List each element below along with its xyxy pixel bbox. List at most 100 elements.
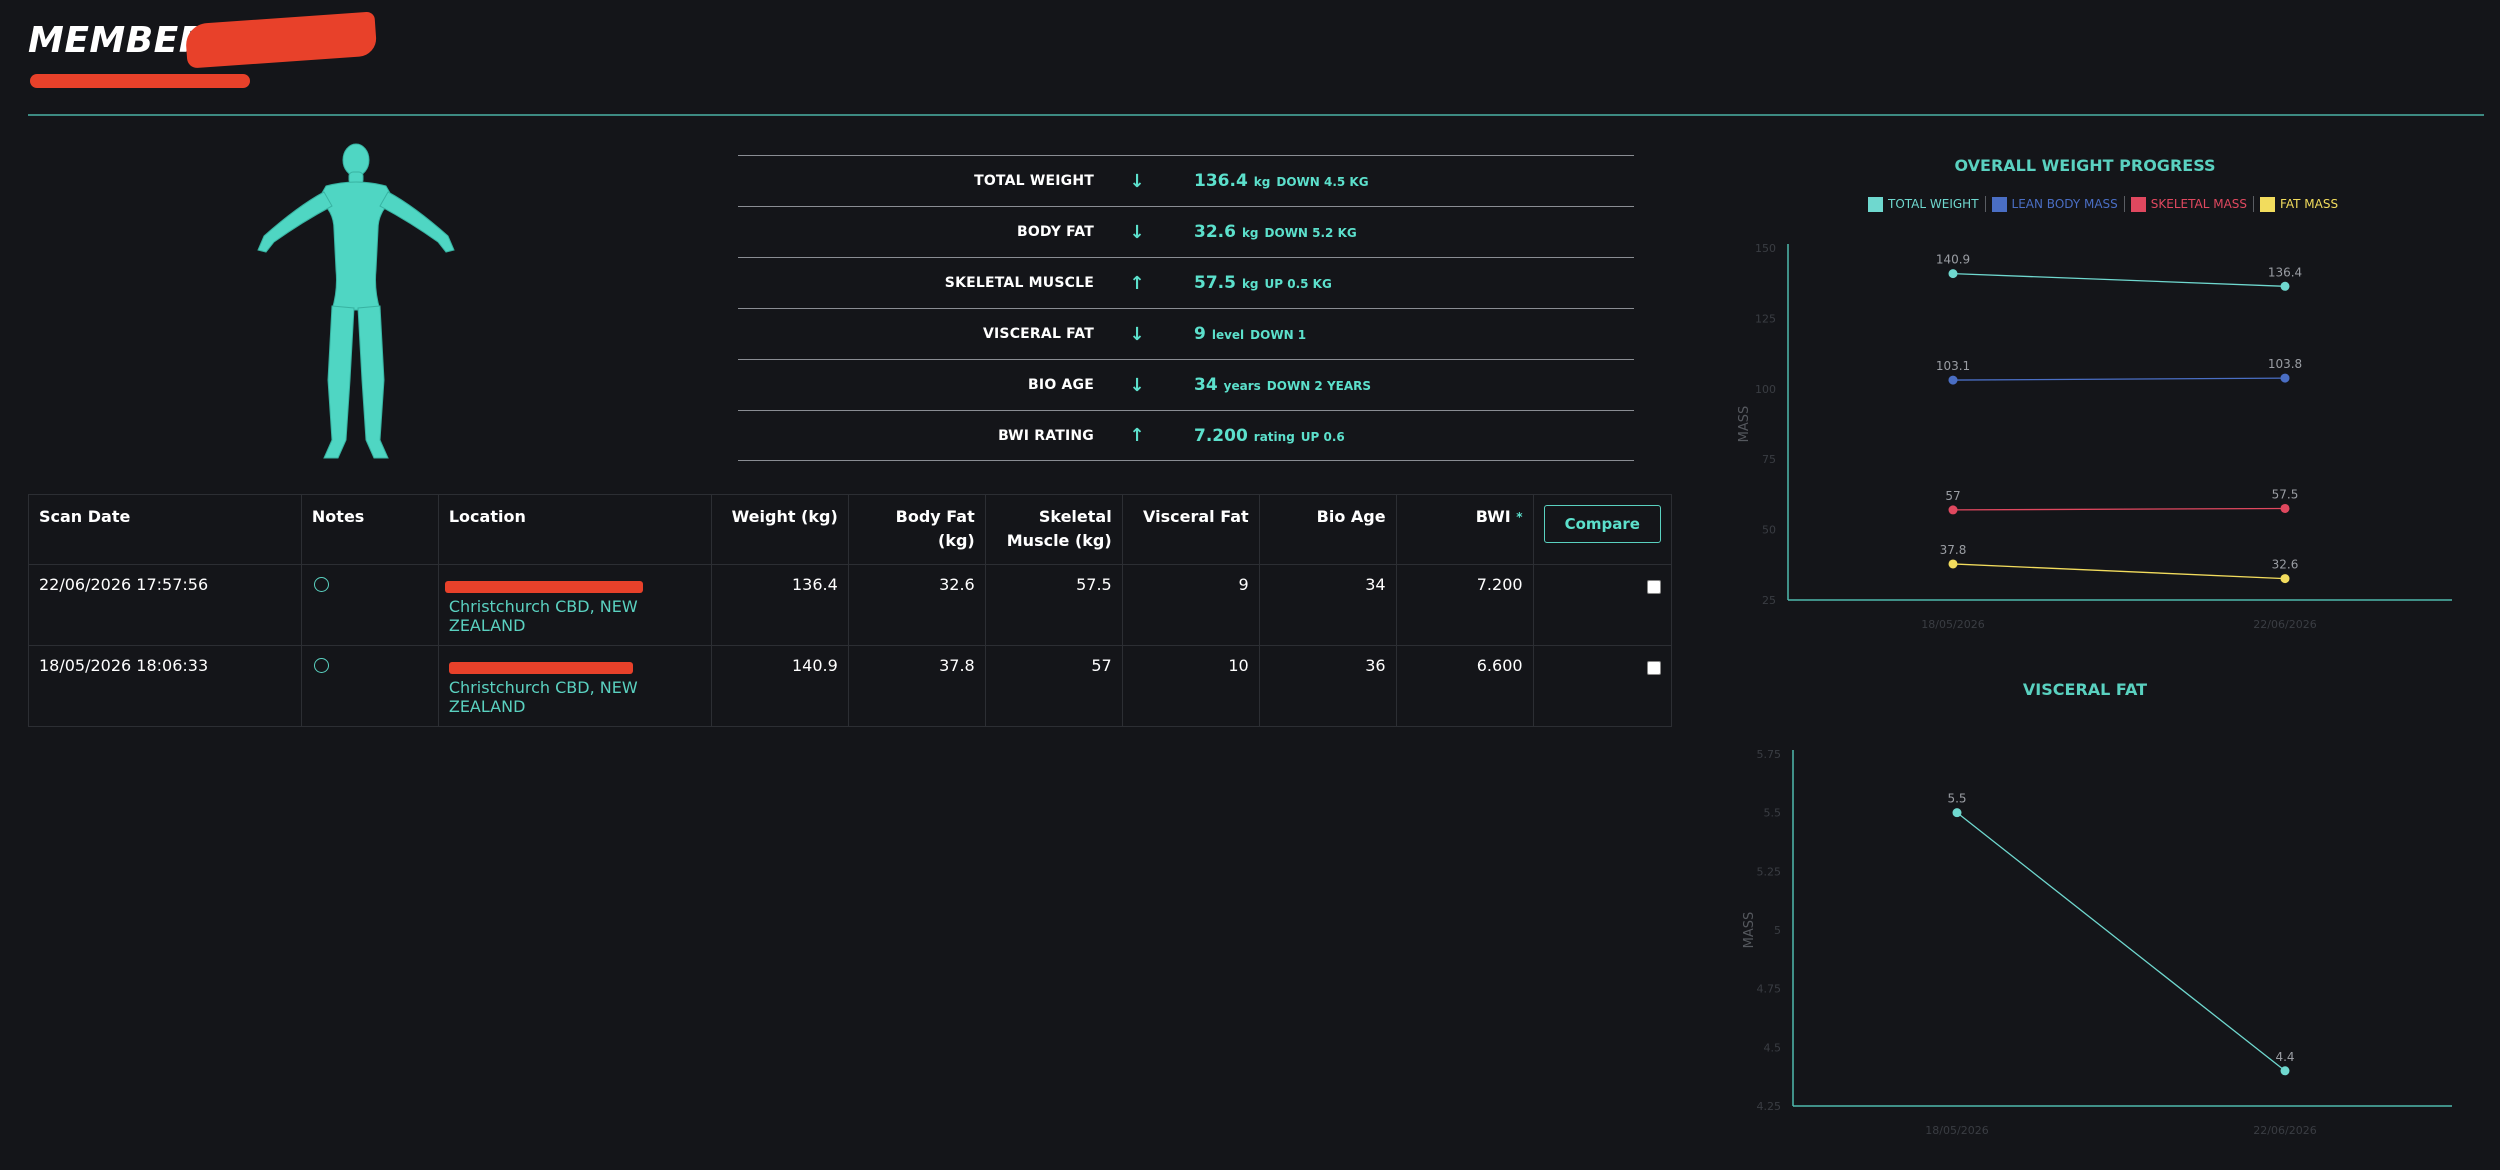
arrow-down-icon: ↓ <box>1129 170 1145 192</box>
metric-row-bwi-rating: BWI RATING ↑ 7.200 rating UP 0.6 <box>738 410 1634 461</box>
y-tick-label: 50 <box>1762 524 1776 537</box>
redacted-location <box>448 662 633 674</box>
y-tick-label: 75 <box>1762 453 1776 466</box>
metric-label: BIO AGE <box>1028 377 1094 393</box>
data-point <box>2280 281 2290 291</box>
metric-value: 9 <box>1194 324 1206 344</box>
bwi-cell: 6.600 <box>1395 645 1534 727</box>
y-tick-label: 4.25 <box>1757 1100 1782 1113</box>
y-tick-label: 125 <box>1755 312 1776 325</box>
table-row[interactable]: 18/05/2026 18:06:33 Christchurch CBD, NE… <box>28 645 1673 727</box>
bio-age-cell: 34 <box>1258 564 1397 646</box>
metric-unit: level <box>1211 328 1245 342</box>
notes-cell <box>300 564 439 646</box>
metric-unit: years <box>1223 379 1261 393</box>
bwi-header-label: BWI <box>1475 507 1511 526</box>
weight-chart-legend: TOTAL WEIGHT LEAN BODY MASS SKELETAL MAS… <box>1868 196 2338 212</box>
metric-value: 57.5 <box>1194 273 1236 293</box>
data-label: 136.4 <box>2268 265 2302 279</box>
data-point <box>2280 373 2290 383</box>
metric-change: DOWN 1 <box>1250 328 1307 342</box>
metric-value: 34 <box>1194 375 1218 395</box>
bio-age-cell: 36 <box>1258 645 1397 727</box>
member-header: MEMBER : <box>28 11 2488 116</box>
body-fat-cell: 37.8 <box>847 645 986 727</box>
series-line <box>1956 812 2286 1072</box>
series-line <box>1952 563 2286 580</box>
legend-swatch <box>1868 196 1883 212</box>
arrow-down-icon: ↓ <box>1129 221 1145 243</box>
metric-value: 136.4 <box>1194 171 1248 191</box>
column-header-scan-date[interactable]: Scan Date <box>28 494 302 565</box>
metric-change: UP 0.5 KG <box>1264 277 1332 291</box>
data-label: 32.6 <box>2272 558 2299 572</box>
location-text[interactable]: Christchurch CBD, NEW ZEALAND <box>449 674 701 716</box>
data-label: 5.5 <box>1947 792 1966 806</box>
legend-item-fat-mass[interactable]: FAT MASS <box>2260 196 2338 212</box>
y-tick-label: 25 <box>1762 594 1776 607</box>
column-header-bwi: BWI * <box>1395 494 1534 565</box>
column-header-compare: Compare <box>1532 494 1673 565</box>
redacted-location <box>444 581 643 593</box>
legend-swatch <box>2260 196 2276 212</box>
table-header-row: Scan Date Notes Location Weight (kg) Bod… <box>28 494 1673 565</box>
skeletal-muscle-cell: 57.5 <box>984 564 1123 646</box>
legend-item-total-weight[interactable]: TOTAL WEIGHT <box>1868 196 1979 212</box>
scan-date-link[interactable]: 22/06/2026 17:57:56 <box>28 564 302 646</box>
metric-change: UP 0.6 <box>1300 429 1345 444</box>
compare-cell <box>1532 564 1673 646</box>
location-text[interactable]: Christchurch CBD, NEW ZEALAND <box>449 593 701 635</box>
column-header-body-fat: Body Fat (kg) <box>847 494 986 565</box>
data-label: 57 <box>1945 489 1960 503</box>
y-tick-label: 4.5 <box>1764 1041 1782 1054</box>
y-tick-label: 150 <box>1755 242 1776 255</box>
legend-item-lean-body-mass[interactable]: LEAN BODY MASS <box>1991 196 2118 212</box>
metric-change: DOWN 2 YEARS <box>1266 379 1371 393</box>
skeletal-muscle-cell: 57 <box>984 645 1123 727</box>
metric-row-total-weight: TOTAL WEIGHT ↓ 136.4 kg DOWN 4.5 KG <box>738 155 1634 206</box>
metric-change: DOWN 5.2 KG <box>1264 226 1357 240</box>
x-tick-label: 22/06/2026 <box>2253 618 2316 631</box>
series-line <box>1952 272 2286 287</box>
x-tick-label: 18/05/2026 <box>1925 1124 1988 1137</box>
y-tick-label: 5.5 <box>1764 807 1782 820</box>
legend-label: SKELETAL MASS <box>2150 197 2248 211</box>
data-point <box>1948 375 1958 385</box>
x-tick-label: 22/06/2026 <box>2253 1124 2316 1137</box>
metric-change: DOWN 4.5 KG <box>1276 175 1369 189</box>
data-label: 103.1 <box>1936 359 1970 373</box>
legend-label: LEAN BODY MASS <box>2011 197 2118 211</box>
metric-label: BWI RATING <box>998 427 1094 444</box>
column-header-notes: Notes <box>300 494 439 565</box>
column-header-visceral-fat: Visceral Fat <box>1121 494 1260 565</box>
visceral-chart-title: VISCERAL FAT <box>2022 680 2148 699</box>
legend-item-skeletal-mass[interactable]: SKELETAL MASS <box>2130 196 2248 212</box>
arrow-up-icon: ↑ <box>1129 425 1145 446</box>
y-axis-label: MASS <box>1742 912 1757 949</box>
compare-button[interactable]: Compare <box>1543 505 1661 543</box>
legend-swatch <box>1991 196 2007 212</box>
arrow-up-icon: ↑ <box>1129 272 1145 294</box>
data-point <box>2280 574 2290 584</box>
metric-value: 7.200 <box>1194 425 1248 446</box>
visceral-fat-cell: 10 <box>1121 645 1260 727</box>
data-point <box>1952 808 1962 818</box>
metric-value: 32.6 <box>1194 222 1236 242</box>
compare-checkbox[interactable] <box>1647 580 1661 594</box>
metric-label: VISCERAL FAT <box>982 326 1094 342</box>
compare-checkbox[interactable] <box>1647 661 1661 675</box>
y-tick-label: 100 <box>1755 383 1776 396</box>
data-label: 140.9 <box>1936 253 1970 267</box>
compare-cell <box>1532 645 1673 727</box>
note-indicator-icon[interactable] <box>313 577 329 592</box>
legend-swatch <box>2130 196 2146 212</box>
note-indicator-icon[interactable] <box>313 658 329 673</box>
header-divider <box>28 114 2484 116</box>
y-tick-label: 4.75 <box>1757 983 1782 996</box>
body-fat-cell: 32.6 <box>847 564 986 646</box>
table-row[interactable]: 22/06/2026 17:57:56 Christchurch CBD, NE… <box>28 564 1673 646</box>
metric-unit: kg <box>1241 277 1259 291</box>
scan-date-link[interactable]: 18/05/2026 18:06:33 <box>28 645 302 727</box>
metric-unit: kg <box>1253 175 1271 189</box>
metric-unit: kg <box>1241 226 1259 240</box>
